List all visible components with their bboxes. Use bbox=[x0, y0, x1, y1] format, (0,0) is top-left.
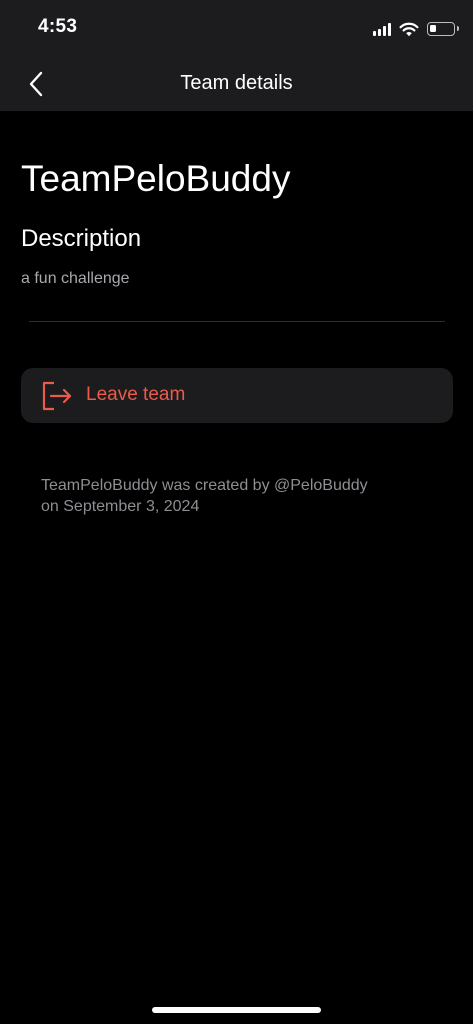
battery-icon bbox=[427, 22, 459, 36]
page-title: Team details bbox=[180, 72, 293, 94]
navigation-bar: Team details bbox=[0, 56, 473, 111]
created-line-2: on September 3, 2024 bbox=[41, 498, 200, 515]
team-details-screen: 4:53 Team details TeamPeloBuddy Descript… bbox=[0, 0, 473, 1024]
leave-door-icon bbox=[42, 381, 72, 411]
team-name: TeamPeloBuddy bbox=[21, 158, 291, 199]
status-time: 4:53 bbox=[38, 16, 78, 37]
leave-team-button[interactable]: Leave team bbox=[21, 368, 453, 423]
cellular-signal-icon bbox=[373, 22, 391, 36]
description-text: a fun challenge bbox=[21, 270, 130, 287]
divider bbox=[29, 321, 445, 322]
created-line-1: TeamPeloBuddy was created by @PeloBuddy bbox=[41, 477, 368, 494]
leave-team-label: Leave team bbox=[86, 384, 186, 405]
top-bar: 4:53 Team details bbox=[0, 0, 473, 111]
description-heading: Description bbox=[21, 225, 142, 252]
status-bar: 4:53 bbox=[0, 0, 473, 56]
created-info: TeamPeloBuddy was created by @PeloBuddy … bbox=[41, 475, 441, 517]
home-indicator[interactable] bbox=[152, 1007, 321, 1013]
wifi-icon bbox=[399, 22, 419, 36]
status-icons bbox=[373, 18, 459, 40]
